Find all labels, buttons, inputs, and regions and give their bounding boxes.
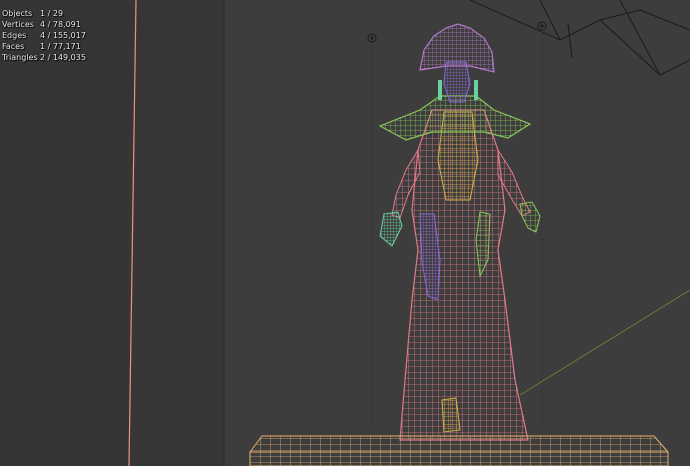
stat-label: Faces	[2, 42, 25, 51]
backdrop-strip	[132, 0, 224, 466]
stat-label: Vertices	[2, 20, 34, 29]
light-object	[469, 0, 690, 76]
light-icon	[537, 21, 547, 430]
stat-label: Objects	[2, 9, 33, 18]
stat-row-triangles: Triangles 2 / 149,035	[2, 52, 86, 63]
stat-row-edges: Edges 4 / 155,017	[2, 30, 86, 41]
floor-guide-line	[519, 289, 690, 396]
stat-value: 4 / 78,091	[40, 20, 81, 29]
stat-label: Triangles	[2, 53, 38, 62]
left-backdrop	[0, 0, 132, 466]
left-hand-mesh[interactable]	[379, 211, 403, 247]
stat-value: 1 / 77,171	[40, 42, 81, 51]
face-mesh[interactable]	[443, 61, 471, 103]
pedestal-mesh[interactable]	[249, 435, 669, 466]
earring-right	[474, 80, 478, 100]
statistics-overlay: Objects 1 / 29 Vertices 4 / 78,091 Edges…	[2, 8, 86, 63]
stat-label: Edges	[2, 31, 27, 40]
light-icon	[367, 33, 377, 430]
stat-value: 2 / 149,035	[40, 53, 86, 62]
earring-left	[438, 80, 442, 100]
stat-row-objects: Objects 1 / 29	[2, 8, 86, 19]
stat-value: 4 / 155,017	[40, 31, 86, 40]
stat-row-vertices: Vertices 4 / 78,091	[2, 19, 86, 30]
stat-row-faces: Faces 1 / 77,171	[2, 41, 86, 52]
stat-value: 1 / 29	[40, 9, 64, 18]
right-hand-mesh[interactable]	[519, 201, 541, 233]
headdress-mesh[interactable]	[419, 23, 495, 73]
scene-canvas[interactable]	[0, 0, 690, 466]
3d-viewport[interactable]: Objects 1 / 29 Vertices 4 / 78,091 Edges…	[0, 0, 690, 466]
